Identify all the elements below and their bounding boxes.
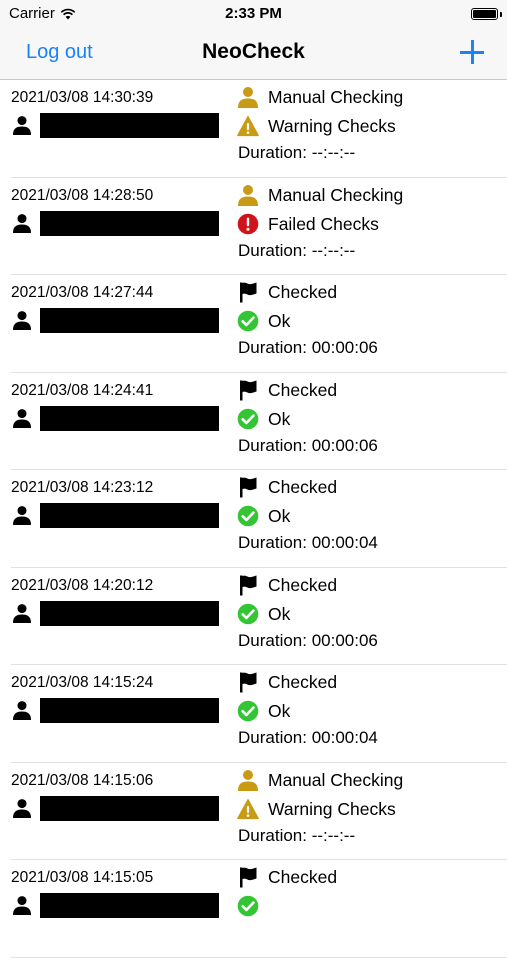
list-item[interactable]: 2021/03/08 14:20:12 Checked Ok Duration:… (0, 568, 507, 665)
check-result-label: Warning Checks (268, 116, 396, 136)
check-type-label: Checked (268, 867, 338, 887)
check-circle-icon (237, 603, 259, 625)
check-result-label: Ok (268, 506, 291, 526)
manual-check-icon (237, 769, 259, 791)
check-circle-icon (237, 310, 259, 332)
redacted-name (40, 600, 219, 626)
check-duration: Duration: 00:00:06 (238, 435, 378, 455)
user-icon (12, 505, 32, 525)
check-duration: Duration: --:--:-- (238, 825, 356, 845)
check-type-label: Checked (268, 672, 338, 692)
check-type-label: Manual Checking (268, 769, 404, 790)
check-circle-icon (237, 895, 259, 917)
check-result-label: Ok (268, 311, 291, 331)
check-duration: Duration: --:--:-- (238, 240, 356, 260)
redacted-name (40, 210, 219, 236)
add-check-button[interactable] (457, 37, 487, 67)
check-timestamp: 2021/03/08 14:15:24 (11, 674, 154, 691)
user-icon (12, 310, 32, 330)
flag-icon (237, 379, 259, 401)
check-timestamp: 2021/03/08 14:23:12 (11, 479, 154, 496)
check-timestamp: 2021/03/08 14:20:12 (11, 576, 154, 594)
check-result-label: Ok (268, 603, 291, 624)
check-type-label: Checked (268, 477, 338, 497)
battery-icon (471, 8, 498, 20)
check-result-label: Warning Checks (268, 798, 396, 819)
check-timestamp: 2021/03/08 14:15:05 (11, 869, 154, 886)
redacted-name (40, 795, 219, 821)
user-icon (12, 115, 32, 135)
check-duration: Duration: --:--:-- (238, 143, 356, 162)
check-duration: Duration: 00:00:04 (238, 533, 378, 552)
check-result-label: Failed Checks (268, 213, 379, 234)
check-circle-icon (237, 408, 259, 430)
redacted-name (40, 698, 219, 723)
redacted-name (40, 113, 219, 138)
user-icon (12, 798, 32, 818)
flag-icon (237, 476, 259, 498)
check-timestamp: 2021/03/08 14:28:50 (11, 186, 154, 204)
status-time: 2:33 PM (225, 5, 282, 22)
list-item[interactable]: 2021/03/08 14:28:50 Manual Checking Fail… (0, 178, 507, 275)
check-circle-icon (237, 505, 259, 527)
user-icon (12, 408, 32, 428)
flag-icon (237, 281, 259, 303)
check-timestamp: 2021/03/08 14:24:41 (11, 381, 154, 399)
redacted-name (40, 308, 219, 333)
check-duration: Duration: 00:00:04 (238, 728, 378, 747)
check-type-label: Checked (268, 574, 338, 595)
user-icon (12, 603, 32, 623)
check-timestamp: 2021/03/08 14:30:39 (11, 89, 154, 106)
check-timestamp: 2021/03/08 14:27:44 (11, 284, 154, 301)
navigation-bar: Log out NeoCheck (0, 28, 507, 80)
list-item[interactable]: 2021/03/08 14:15:06 Manual Checking Warn… (0, 763, 507, 860)
manual-check-icon (237, 86, 259, 108)
list-item[interactable]: 2021/03/08 14:24:41 Checked Ok Duration:… (0, 373, 507, 470)
check-duration: Duration: 00:00:06 (238, 338, 378, 357)
check-circle-icon (237, 700, 259, 722)
list-item[interactable]: 2021/03/08 14:27:44 Checked Ok Duration:… (0, 275, 507, 373)
row-divider (11, 956, 507, 958)
check-timestamp: 2021/03/08 14:15:06 (11, 771, 154, 789)
user-icon (12, 213, 32, 233)
check-result-label: Ok (268, 701, 291, 721)
battery-tip (500, 12, 502, 17)
check-type-label: Checked (268, 379, 338, 400)
redacted-name (40, 405, 219, 431)
error-icon (237, 213, 259, 235)
check-duration: Duration: 00:00:06 (238, 630, 378, 650)
user-icon (12, 700, 32, 720)
flag-icon (237, 671, 259, 693)
redacted-name (40, 503, 219, 528)
check-list[interactable]: 2021/03/08 14:30:39 Manual Checking Warn… (0, 80, 507, 958)
status-bar: Carrier 2:33 PM (0, 0, 507, 28)
warning-icon (237, 115, 259, 137)
check-result-label: Ok (268, 408, 291, 429)
list-item[interactable]: 2021/03/08 14:23:12 Checked Ok Duration:… (0, 470, 507, 568)
flag-icon (237, 866, 259, 888)
list-item[interactable]: 2021/03/08 14:15:24 Checked Ok Duration:… (0, 665, 507, 763)
list-item[interactable]: 2021/03/08 14:30:39 Manual Checking Warn… (0, 80, 507, 178)
redacted-name (40, 893, 219, 918)
check-type-label: Checked (268, 282, 338, 302)
check-type-label: Manual Checking (268, 184, 404, 205)
list-item[interactable]: 2021/03/08 14:15:05 Checked (0, 860, 507, 958)
manual-check-icon (237, 184, 259, 206)
check-type-label: Manual Checking (268, 87, 404, 107)
warning-icon (237, 798, 259, 820)
logout-button[interactable]: Log out (26, 41, 93, 64)
flag-icon (237, 574, 259, 596)
user-icon (12, 895, 32, 915)
